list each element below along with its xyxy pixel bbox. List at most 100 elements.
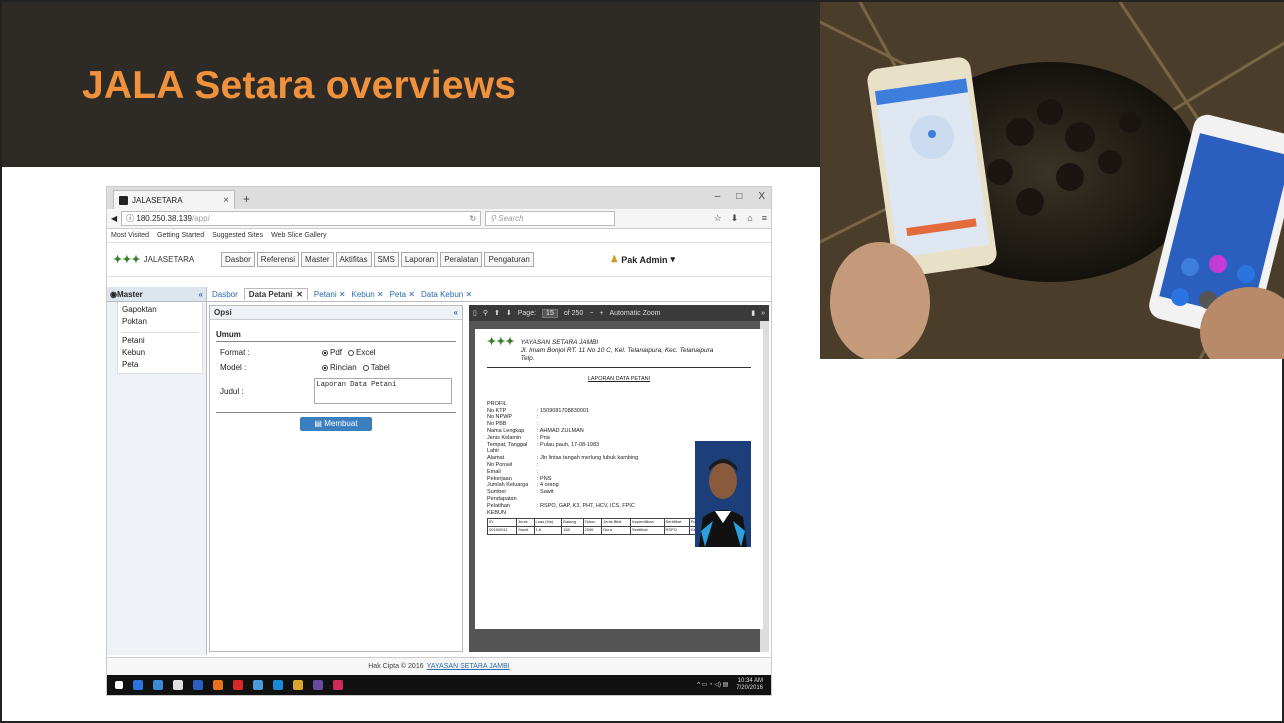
app-icon[interactable]	[313, 680, 323, 690]
sidebar-item-kebun[interactable]: Kebun	[122, 347, 198, 359]
url-bar[interactable]: ⓘ 180.250.38.139/app/ ↻	[121, 211, 482, 226]
bookmark-suggested-sites[interactable]: Suggested Sites	[212, 232, 263, 239]
close-tab-icon[interactable]: ×	[223, 195, 229, 206]
sidebar-collapse-icon[interactable]: «	[199, 290, 203, 299]
menu-sms[interactable]: SMS	[373, 252, 399, 267]
new-tab-button[interactable]: +	[243, 192, 250, 206]
mobile-app-photo	[820, 2, 1284, 359]
profile-field-value: : 1509081708830001	[537, 407, 589, 414]
profile-field-value: : Sawit	[537, 489, 554, 496]
section-umum: Umum	[216, 330, 456, 342]
minimize-button[interactable]: –	[715, 191, 721, 202]
menu-pengaturan[interactable]: Pengaturan	[484, 252, 534, 267]
bookmark-star-icon[interactable]: ☆	[714, 213, 722, 224]
chrome-icon[interactable]	[333, 680, 343, 690]
back-icon[interactable]: ◀	[111, 214, 117, 223]
profile-field-value: : Jln lintas tangah merlung lubuk kambin…	[537, 455, 639, 462]
profile-field-key: Jumlah Keluarga	[487, 482, 529, 489]
clock[interactable]: 10:34 AM 7/20/2016	[736, 678, 763, 692]
find-icon[interactable]: ⚲	[483, 309, 488, 317]
kebun-cell: Sertifikat	[630, 526, 665, 535]
judul-field[interactable]: Laporan Data Petani	[313, 378, 452, 404]
profile-field-value: : Pria	[537, 434, 550, 441]
slide-title: JALA Setara overviews	[82, 64, 517, 107]
page-label: Page:	[517, 309, 537, 317]
sidebar-toggle-icon[interactable]: ▯	[473, 309, 477, 317]
bookmark-most-visited[interactable]: Most Visited	[111, 232, 149, 239]
download-icon[interactable]: ⬇	[731, 213, 739, 224]
user-menu[interactable]: ♟ Pak Admin ▾	[610, 254, 675, 265]
report-header: ✦✦✦ YAYASAN SETARA JAMBI Jl. Imam Bonjol…	[487, 337, 751, 368]
profile-field-row: No KTP: 1509081708830001	[487, 408, 751, 415]
profile-field-key: Alamat	[487, 455, 505, 462]
bookmark-getting-started[interactable]: Getting Started	[157, 232, 204, 239]
browser-tab[interactable]: JALASETARA ×	[113, 190, 235, 209]
judul-label: Judul :	[220, 386, 244, 396]
windows-start-icon[interactable]	[115, 681, 123, 689]
report-header-text: YAYASAN SETARA JAMBI Jl. Imam Bonjol RT.…	[521, 339, 714, 363]
tab-data-petani[interactable]: Data Petani ✕	[243, 288, 308, 300]
word-icon[interactable]	[193, 680, 203, 690]
url-host: 180.250.38.139	[136, 214, 192, 223]
zoom-in-icon[interactable]: +	[599, 310, 603, 317]
radio-pdf[interactable]	[322, 349, 328, 356]
next-page-icon[interactable]: ⬇	[506, 309, 512, 317]
zoom-select[interactable]: Automatic Zoom	[610, 310, 661, 317]
radio-rincian[interactable]	[322, 364, 328, 371]
app-header: ✦✦✦ JALASETARA Dasbor Referensi Master A…	[107, 243, 771, 277]
user-name: Pak Admin	[621, 254, 668, 265]
create-report-button[interactable]: ▤ Membuat Laporan	[300, 417, 372, 442]
maximize-button[interactable]: □	[736, 191, 742, 202]
profile-field-value: :	[537, 421, 539, 428]
tab-data-kebun[interactable]: Data Kebun ✕	[421, 290, 472, 299]
page-number-input[interactable]: 15	[542, 308, 558, 318]
format-label: Format :	[220, 348, 250, 357]
tab-peta[interactable]: Peta ✕	[390, 290, 415, 299]
profile-field-key: Nama Lengkap	[487, 427, 525, 434]
powerpoint-icon[interactable]	[293, 680, 303, 690]
nav-bar: ◀ ⓘ 180.250.38.139/app/ ↻ ⚲ Search ☆ ⬇ ⌂…	[107, 209, 771, 229]
toolbar-icons: ☆ ⬇ ⌂ ≡	[714, 213, 767, 224]
pdf-toolbar: ▯ ⚲ ⬆ ⬇ Page: 15 of 250 − + Automatic Zo…	[469, 305, 769, 321]
more-tools-icon[interactable]: »	[761, 310, 765, 317]
footer-link[interactable]: YAYASAN SETARA JAMBI	[427, 663, 510, 670]
zoom-out-icon[interactable]: −	[589, 310, 593, 317]
sidebar-item-gapoktan[interactable]: Gapoktan	[122, 304, 198, 316]
sidebar-item-poktan[interactable]: Poktan	[122, 316, 198, 328]
menu-dasbor[interactable]: Dasbor	[221, 252, 255, 267]
menu-master[interactable]: Master	[301, 252, 334, 267]
home-icon[interactable]: ⌂	[747, 213, 752, 224]
tray-icons[interactable]: ^ ▭ ◔ ◁) ▤	[697, 682, 728, 689]
tab-petani[interactable]: Petani ✕	[314, 290, 346, 299]
menu-aktifitas[interactable]: Aktifitas	[335, 252, 372, 267]
tab-dasbor[interactable]: Dasbor	[212, 290, 238, 299]
edge-icon[interactable]	[133, 680, 143, 690]
sidebar-list: Gapoktan Poktan Petani Kebun Peta	[117, 302, 203, 374]
menu-peralatan[interactable]: Peralatan	[440, 252, 483, 267]
search-input[interactable]: ⚲ Search	[485, 211, 616, 226]
bookmark-icon[interactable]: ▮	[751, 309, 755, 317]
reload-icon[interactable]: ↻	[469, 214, 476, 223]
radio-tabel[interactable]	[362, 364, 369, 371]
app-brand: JALASETARA	[143, 255, 195, 264]
menu-laporan[interactable]: Laporan	[400, 252, 439, 267]
firefox-icon[interactable]	[213, 680, 223, 690]
close-window-button[interactable]: X	[758, 191, 765, 202]
prev-page-icon[interactable]: ⬆	[494, 309, 500, 317]
tab-kebun[interactable]: Kebun ✕	[352, 290, 384, 299]
store-icon[interactable]	[173, 680, 183, 690]
skype-icon[interactable]	[273, 680, 283, 690]
menu-referensi[interactable]: Referensi	[256, 252, 300, 267]
bookmark-web-slice[interactable]: Web Slice Gallery	[271, 232, 327, 239]
radio-excel-label: Excel	[356, 348, 376, 357]
report-title: LAPORAN DATA PETANI	[587, 376, 651, 382]
sidebar-item-peta[interactable]: Peta	[122, 359, 198, 371]
radio-excel[interactable]	[348, 349, 355, 356]
photos-icon[interactable]	[253, 680, 263, 690]
file-explorer-icon[interactable]	[153, 680, 163, 690]
menu-icon[interactable]: ≡	[762, 213, 767, 224]
acrobat-icon[interactable]	[233, 680, 243, 690]
options-collapse-icon[interactable]: «	[454, 308, 458, 317]
kebun-cell: 0019/0011	[486, 526, 518, 535]
sidebar-item-petani[interactable]: Petani	[122, 335, 198, 347]
